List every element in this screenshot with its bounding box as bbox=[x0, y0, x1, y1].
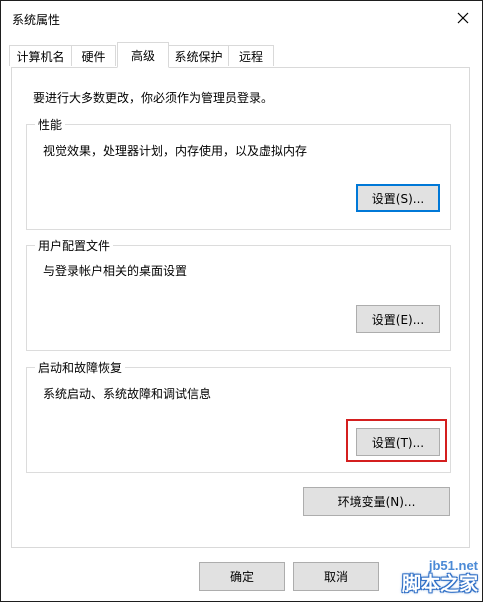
ok-button[interactable]: 确定 bbox=[199, 562, 285, 591]
admin-notice: 要进行大多数更改，你必须作为管理员登录。 bbox=[33, 91, 274, 105]
tab-advanced[interactable]: 高级 bbox=[117, 42, 169, 68]
performance-group: 性能 视觉效果，处理器计划，内存使用，以及虚拟内存 设置(S)... bbox=[26, 116, 451, 230]
tab-remote[interactable]: 远程 bbox=[228, 45, 274, 66]
close-icon bbox=[457, 12, 469, 24]
environment-variables-button[interactable]: 环境变量(N)... bbox=[303, 487, 450, 516]
startup-recovery-description: 系统启动、系统故障和调试信息 bbox=[43, 387, 212, 401]
watermark-logo: jb51.net 脚本之家 bbox=[402, 558, 478, 595]
performance-group-title: 性能 bbox=[35, 116, 66, 133]
window-title: 系统属性 bbox=[12, 13, 61, 27]
close-button[interactable] bbox=[448, 3, 478, 33]
user-profiles-group: 用户配置文件 与登录帐户相关的桌面设置 设置(E)... bbox=[26, 237, 451, 351]
startup-recovery-group: 启动和故障恢复 系统启动、系统故障和调试信息 设置(T)... bbox=[26, 359, 451, 473]
tab-computer-name[interactable]: 计算机名 bbox=[9, 45, 72, 66]
advanced-tab-panel: 要进行大多数更改，你必须作为管理员登录。 性能 视觉效果，处理器计划，内存使用，… bbox=[11, 67, 470, 548]
startup-recovery-group-title: 启动和故障恢复 bbox=[35, 359, 126, 376]
cancel-button[interactable]: 取消 bbox=[293, 562, 379, 591]
performance-settings-button[interactable]: 设置(S)... bbox=[356, 184, 440, 212]
system-properties-dialog: 系统属性 计算机名 硬件 高级 系统保护 远程 要进行大多数更改，你必须作为管理… bbox=[0, 0, 483, 602]
watermark-brand: 脚本之家 bbox=[401, 573, 478, 595]
watermark-url: jb51.net bbox=[428, 558, 478, 573]
tab-hardware[interactable]: 硬件 bbox=[71, 45, 116, 66]
user-profiles-group-title: 用户配置文件 bbox=[35, 237, 114, 254]
user-profiles-settings-button[interactable]: 设置(E)... bbox=[356, 305, 440, 333]
user-profiles-description: 与登录帐户相关的桌面设置 bbox=[43, 264, 188, 278]
tab-system-protection[interactable]: 系统保护 bbox=[168, 45, 229, 66]
title-bar: 系统属性 bbox=[1, 1, 482, 35]
performance-description: 视觉效果，处理器计划，内存使用，以及虚拟内存 bbox=[43, 144, 308, 158]
highlight-box bbox=[346, 419, 447, 462]
